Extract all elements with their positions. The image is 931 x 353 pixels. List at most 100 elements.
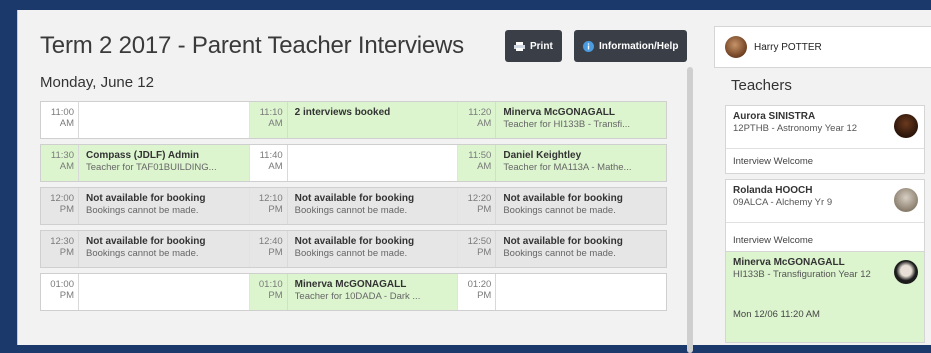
slot-ampm: PM <box>268 247 283 258</box>
printer-icon <box>514 41 525 52</box>
teacher-photo <box>894 114 918 138</box>
day-header: Monday, June 12 <box>40 74 154 91</box>
slot-ampm: PM <box>59 247 74 258</box>
teacher-subject: HI133B - Transfiguration Year 12 <box>733 269 871 280</box>
user-avatar <box>725 36 747 58</box>
information-help-button[interactable]: Information/Help <box>574 30 688 62</box>
slot-ampm: AM <box>477 118 492 129</box>
slot-title: Not available for booking <box>294 236 415 247</box>
time-slot: 12:10 PM Not available for booking Bookings… <box>250 188 459 224</box>
time-slot[interactable]: 11:10 AM 2 interviews booked <box>249 102 459 138</box>
slot-time: 11:40 AM <box>250 145 288 181</box>
slot-ampm: AM <box>477 161 492 172</box>
teacher-card-hooch[interactable]: Rolanda HOOCH 09ALCA - Alchemy Yr 9 Inte… <box>725 179 925 253</box>
slot-title: Not available for booking <box>86 193 206 204</box>
slot-hour: 12:10 <box>258 193 283 204</box>
slot-ampm: PM <box>59 290 74 301</box>
teacher-status: Interview Welcome <box>726 148 924 173</box>
time-slot[interactable]: 11:40 AM <box>250 145 459 181</box>
schedule-row: 01:00 PM 01:10 PM Minerva McGONAGALL Teacher … <box>40 273 667 311</box>
schedule-row: 11:30 AM Compass (JDLF) Admin Teacher for T… <box>40 144 667 182</box>
time-slot[interactable]: 01:20 PM <box>458 274 666 310</box>
slot-title: Not available for booking <box>294 193 415 204</box>
teacher-name: Minerva McGONAGALL <box>733 257 845 268</box>
slot-time: 01:20 PM <box>458 274 497 310</box>
slot-title: 2 interviews booked <box>294 107 391 118</box>
app-frame: Term 2 2017 - Parent Teacher Interviews … <box>17 10 931 353</box>
slot-hour: 01:10 <box>258 279 283 290</box>
time-slot[interactable]: 01:10 PM Minerva McGONAGALL Teacher for 10D… <box>249 274 459 310</box>
slot-time: 01:10 PM <box>250 274 288 310</box>
slot-ampm: AM <box>268 118 283 129</box>
slot-detail: Bookings cannot be made. <box>86 205 199 216</box>
teacher-card-mcgonagall[interactable]: Minerva McGONAGALL HI133B - Transfigurat… <box>725 251 925 343</box>
slot-detail: Teacher for MA113A - Mathe... <box>503 162 632 173</box>
user-name: Harry POTTER <box>754 41 822 53</box>
slot-time: 11:10 AM <box>250 102 288 138</box>
teacher-subject: 12PTHB - Astronomy Year 12 <box>733 123 858 134</box>
slot-detail: Bookings cannot be made. <box>86 248 199 259</box>
slot-detail: Teacher for 10DADA - Dark ... <box>294 291 421 302</box>
slot-detail: Teacher for HI133B - Transfi... <box>503 119 631 130</box>
teacher-status: Mon 12/06 11:20 AM <box>733 309 820 320</box>
time-slot[interactable]: 11:00 AM <box>41 102 250 138</box>
slot-title: Not available for booking <box>503 193 623 204</box>
teacher-name: Rolanda HOOCH <box>733 185 813 196</box>
slot-title: Compass (JDLF) Admin <box>86 150 199 161</box>
teacher-name: Aurora SINISTRA <box>733 111 816 122</box>
slot-time: 12:40 PM <box>250 231 288 267</box>
slot-detail: Bookings cannot be made. <box>294 248 408 259</box>
slot-title: Not available for booking <box>503 236 623 247</box>
slot-time: 12:30 PM <box>41 231 79 267</box>
teacher-status: Interview Welcome <box>726 222 924 252</box>
teacher-card-sinistra[interactable]: Aurora SINISTRA 12PTHB - Astronomy Year … <box>725 105 925 174</box>
slot-title: Minerva McGONAGALL <box>503 107 616 118</box>
time-slot: 12:40 PM Not available for booking Bookings… <box>250 231 459 267</box>
slot-time: 11:20 AM <box>458 102 497 138</box>
slot-time: 12:20 PM <box>458 188 497 224</box>
slot-hour: 11:10 <box>259 107 283 118</box>
slot-time: 11:50 AM <box>458 145 497 181</box>
slot-hour: 12:20 <box>467 193 492 204</box>
slot-detail: Teacher for TAF01BUILDING... <box>86 162 217 173</box>
time-slot: 12:00 PM Not available for booking Bookings… <box>41 188 250 224</box>
user-selector[interactable]: Harry POTTER <box>714 26 931 68</box>
teacher-subject: 09ALCA - Alchemy Yr 9 <box>733 197 833 208</box>
slot-time: 12:50 PM <box>458 231 497 267</box>
teachers-heading: Teachers <box>731 77 792 94</box>
time-slot: 12:50 PM Not available for booking Bookings… <box>458 231 666 267</box>
teacher-photo <box>894 188 918 212</box>
time-slot[interactable]: 01:00 PM <box>41 274 250 310</box>
slot-ampm: PM <box>477 290 492 301</box>
slot-hour: 11:40 <box>259 150 283 161</box>
slot-hour: 12:40 <box>258 236 283 247</box>
slot-ampm: PM <box>59 204 74 215</box>
teacher-photo <box>894 260 918 284</box>
time-slot: 12:20 PM Not available for booking Bookings… <box>458 188 666 224</box>
slot-detail: Bookings cannot be made. <box>503 248 616 259</box>
time-slot[interactable]: 11:30 AM Compass (JDLF) Admin Teacher for T… <box>41 145 250 181</box>
slot-time: 12:10 PM <box>250 188 288 224</box>
info-label: Information/Help <box>599 40 679 52</box>
slot-ampm: PM <box>477 204 492 215</box>
slot-hour: 11:50 <box>468 150 492 161</box>
slot-hour: 11:30 <box>50 150 74 161</box>
schedule-row: 12:30 PM Not available for booking Bookings… <box>40 230 667 268</box>
slot-hour: 01:20 <box>467 279 492 290</box>
info-icon <box>583 40 594 52</box>
slot-title: Daniel Keightley <box>503 150 582 161</box>
print-button[interactable]: Print <box>505 30 562 62</box>
schedule-row: 12:00 PM Not available for booking Bookings… <box>40 187 667 225</box>
schedule-grid: 11:00 AM 11:10 AM 2 interviews booked 11:20 AM… <box>40 101 667 316</box>
time-slot[interactable]: 11:20 AM Minerva McGONAGALL Teacher for HI1… <box>458 102 667 138</box>
time-slot[interactable]: 11:50 AM Daniel Keightley Teacher for MA113… <box>458 145 667 181</box>
slot-time: 11:00 AM <box>41 102 79 138</box>
schedule-scrollbar[interactable] <box>687 67 693 353</box>
page-title: Term 2 2017 - Parent Teacher Interviews <box>40 32 464 59</box>
slot-ampm: PM <box>268 290 283 301</box>
slot-ampm: PM <box>477 247 492 258</box>
slot-title: Not available for booking <box>86 236 206 247</box>
slot-detail: Bookings cannot be made. <box>503 205 616 216</box>
print-label: Print <box>530 40 553 52</box>
schedule-row: 11:00 AM 11:10 AM 2 interviews booked 11:20 AM… <box>40 101 667 139</box>
